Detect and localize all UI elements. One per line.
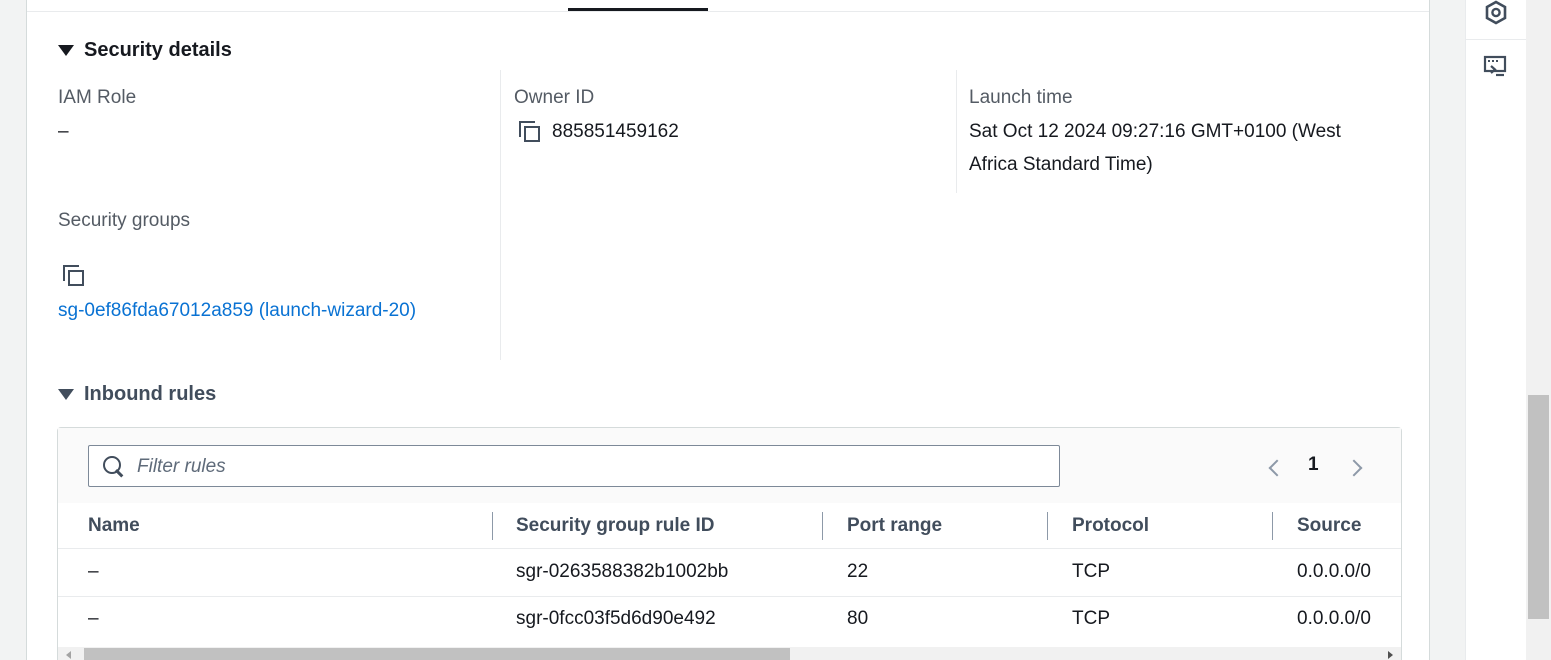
cell-rule-id: sgr-0fcc03f5d6d90e492 — [516, 608, 716, 629]
column-header-name[interactable]: Name — [88, 515, 140, 537]
column-resizer[interactable] — [1272, 512, 1273, 540]
tab-bar — [27, 0, 1429, 12]
cell-source: 0.0.0.0/0 — [1297, 561, 1371, 582]
cell-port-range: 22 — [847, 561, 869, 582]
rail-divider — [1466, 39, 1527, 40]
hexagon-settings-icon[interactable] — [1484, 0, 1508, 26]
inbound-rules-toggle[interactable]: Inbound rules — [58, 383, 216, 406]
security-details-title: Security details — [84, 39, 232, 61]
horizontal-scroll-thumb[interactable] — [84, 648, 790, 660]
security-details-toggle[interactable]: Security details — [58, 39, 232, 62]
column-resizer[interactable] — [492, 512, 493, 540]
table-header-row: Name Security group rule ID Port range P… — [58, 503, 1401, 549]
page-number[interactable]: 1 — [1308, 454, 1319, 476]
inbound-rules-table: 1 Name Security group rule ID Port range… — [57, 427, 1402, 660]
launch-time-value-line1: Sat Oct 12 2024 09:27:16 GMT+0100 (West — [969, 121, 1341, 142]
owner-id-value: 885851459162 — [552, 121, 679, 142]
copy-icon[interactable] — [517, 119, 543, 145]
column-divider — [500, 70, 501, 360]
security-group-link[interactable]: sg-0ef86fda67012a859 (launch-wizard-20) — [58, 300, 416, 322]
instance-details-panel: Security details IAM Role – Security gro… — [26, 0, 1430, 660]
filter-rules-input[interactable] — [135, 446, 1039, 488]
scroll-left-arrow-icon[interactable] — [66, 651, 71, 659]
cell-protocol: TCP — [1072, 561, 1110, 582]
cell-protocol: TCP — [1072, 608, 1110, 629]
cell-name: – — [88, 561, 99, 582]
launch-time-label: Launch time — [969, 87, 1073, 108]
iam-role-label: IAM Role — [58, 87, 137, 108]
column-divider — [956, 70, 957, 193]
search-icon — [103, 456, 125, 478]
security-groups-label: Security groups — [58, 210, 191, 231]
column-resizer[interactable] — [822, 512, 823, 540]
utility-rail — [1465, 0, 1527, 660]
launch-time-value-line2: Africa Standard Time) — [969, 154, 1153, 175]
scroll-right-arrow-icon[interactable] — [1388, 651, 1393, 659]
caret-down-icon — [58, 45, 74, 56]
table-horizontal-scrollbar[interactable] — [58, 647, 1401, 660]
table-row: – sgr-0fcc03f5d6d90e492 80 TCP 0.0.0.0/0 — [58, 596, 1401, 643]
active-tab-indicator — [568, 8, 708, 11]
column-header-protocol[interactable]: Protocol — [1072, 515, 1149, 537]
caret-down-icon — [58, 389, 74, 400]
chevron-left-icon[interactable] — [1268, 459, 1286, 477]
cloudshell-terminal-icon[interactable] — [1483, 54, 1509, 80]
inbound-rules-title: Inbound rules — [84, 383, 217, 405]
column-resizer[interactable] — [1047, 512, 1048, 540]
page-vertical-scrollbar[interactable] — [1526, 0, 1551, 660]
column-header-source[interactable]: Source — [1297, 515, 1361, 537]
copy-icon[interactable] — [61, 263, 87, 289]
cell-name: – — [88, 608, 99, 629]
cell-port-range: 80 — [847, 608, 869, 629]
cell-rule-id: sgr-0263588382b1002bb — [516, 561, 729, 582]
filter-rules-field[interactable] — [88, 445, 1060, 488]
cell-source: 0.0.0.0/0 — [1297, 608, 1371, 629]
table-toolbar: 1 — [58, 428, 1401, 504]
vertical-scroll-thumb[interactable] — [1528, 395, 1549, 619]
column-header-port-range[interactable]: Port range — [847, 515, 942, 537]
owner-id-label: Owner ID — [514, 87, 595, 108]
chevron-right-icon[interactable] — [1345, 459, 1363, 477]
iam-role-value: – — [58, 121, 69, 142]
column-header-rule-id[interactable]: Security group rule ID — [516, 515, 714, 537]
table-row: – sgr-0263588382b1002bb 22 TCP 0.0.0.0/0 — [58, 549, 1401, 597]
